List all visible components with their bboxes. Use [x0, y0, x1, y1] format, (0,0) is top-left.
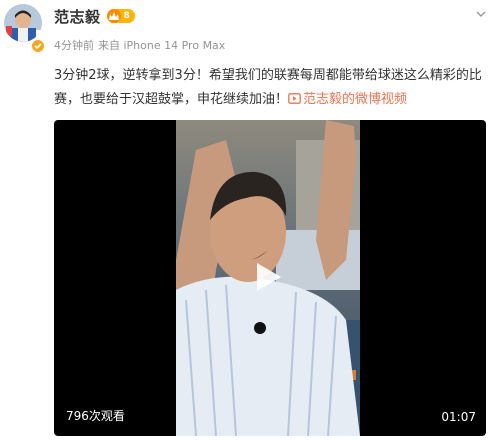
post-text: 3分钟2球，逆转拿到3分！希望我们的联赛每周都能带给球迷这么精彩的比赛，也要给于…: [54, 64, 486, 112]
post-source: 来自 iPhone 14 Pro Max: [98, 39, 226, 52]
vip-badge[interactable]: 8: [106, 9, 135, 23]
avatar[interactable]: [4, 4, 42, 42]
post-time[interactable]: 4分钟前: [54, 37, 94, 53]
video-player[interactable]: 796次观看 01:07: [54, 120, 486, 436]
weibo-post: 范志毅 8 4分钟前 来自 iPhone 14 Pro Max 3分钟2球，逆转…: [0, 0, 500, 440]
username[interactable]: 范志毅: [54, 6, 101, 27]
video-link[interactable]: 范志毅的微博视频: [288, 92, 407, 107]
vip-level: 8: [123, 11, 130, 21]
chevron-down-icon[interactable]: [474, 6, 488, 20]
vip-crown-icon: [106, 9, 121, 23]
video-link-icon: [288, 93, 301, 104]
play-icon[interactable]: [247, 258, 285, 296]
post-body: 3分钟2球，逆转拿到3分！希望我们的联赛每周都能带给球迷这么精彩的比赛，也要给于…: [54, 68, 482, 107]
view-count: 796次观看: [66, 409, 125, 423]
post-meta: 4分钟前 来自 iPhone 14 Pro Max: [54, 37, 225, 53]
video-duration: 01:07: [441, 410, 476, 424]
video-link-label: 范志毅的微博视频: [303, 92, 408, 107]
verified-icon: [31, 39, 45, 53]
author-row: 范志毅 8: [54, 6, 135, 26]
